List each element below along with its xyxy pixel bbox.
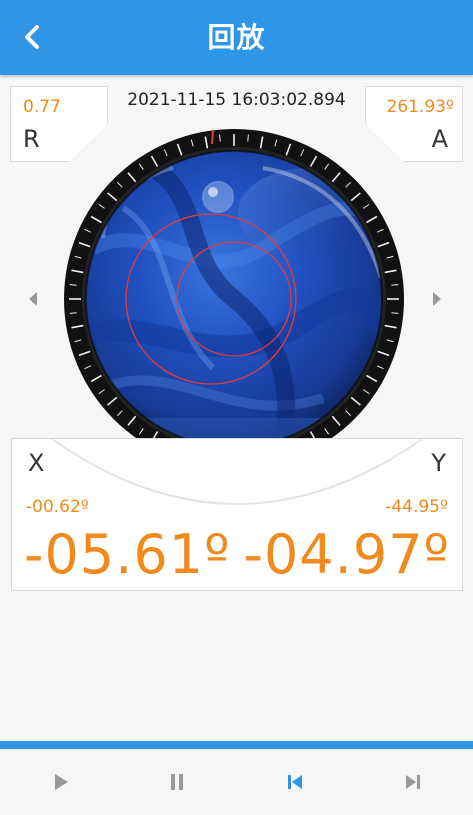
app-header: 回放 (0, 0, 473, 75)
r-label: R (23, 125, 40, 153)
pause-icon (171, 774, 183, 790)
a-label: A (431, 125, 448, 153)
x-small-value: -00.62º (26, 497, 89, 517)
pause-button[interactable] (159, 764, 195, 800)
page-title: 回放 (207, 21, 266, 54)
skip-end-icon (406, 775, 420, 789)
previous-arrow-icon[interactable] (22, 288, 44, 310)
a-value: 261.93º (386, 97, 455, 117)
next-arrow-icon[interactable] (426, 288, 448, 310)
playback-timestamp: 2021-11-15 16:03:02.894 (127, 90, 346, 110)
play-icon (55, 774, 68, 790)
playback-progress-bar[interactable] (0, 741, 473, 749)
y-big-value: -04.97º (243, 523, 450, 586)
play-button[interactable] (43, 764, 79, 800)
x-label: X (28, 449, 45, 477)
playback-controls (0, 749, 473, 815)
r-value: 0.77 (23, 97, 61, 117)
skip-to-end-button[interactable] (395, 764, 431, 800)
x-big-value: -05.61º (24, 523, 231, 586)
level-dial (63, 128, 405, 470)
y-label: Y (431, 449, 446, 477)
y-small-value: -44.95º (385, 497, 448, 517)
skip-to-start-button[interactable] (277, 764, 313, 800)
skip-start-icon (288, 775, 302, 789)
xy-panel: X Y -00.62º -44.95º -05.61º -04.97º (11, 438, 463, 591)
